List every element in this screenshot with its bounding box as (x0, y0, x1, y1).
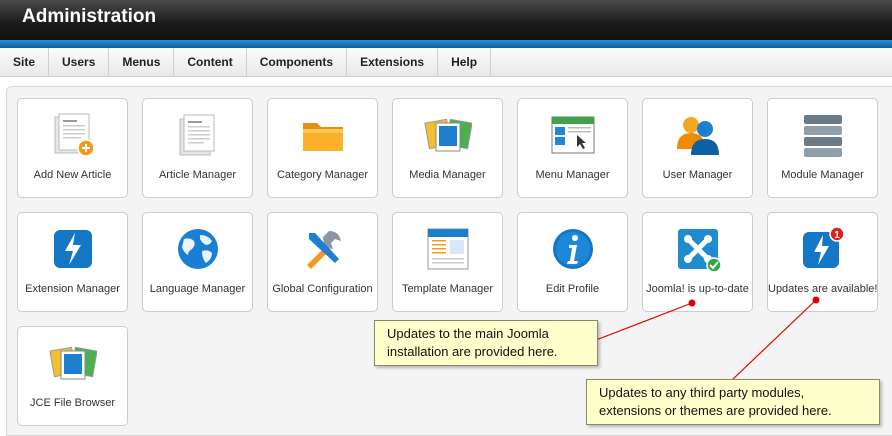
tile-label: Extension Manager (25, 283, 120, 295)
tile-label: Joomla! is up-to-date (646, 283, 749, 295)
tile-label: User Manager (662, 169, 733, 181)
extension-icon (53, 230, 92, 268)
tile-label: Menu Manager (535, 169, 610, 181)
template-icon (427, 228, 468, 270)
module-icon (803, 115, 842, 157)
tile-label: Add New Article (33, 169, 112, 181)
tile-joomla-up-to-date[interactable]: Joomla! is up-to-date (642, 212, 753, 312)
tile-add-new-article[interactable]: Add New Article (17, 98, 128, 198)
info-icon (552, 229, 593, 269)
tile-label: Global Configuration (272, 283, 373, 295)
tile-user-manager[interactable]: User Manager (642, 98, 753, 198)
tile-label: Updates are available! (768, 283, 878, 295)
tile-edit-profile[interactable]: Edit Profile (517, 212, 628, 312)
tile-menu-manager[interactable]: Menu Manager (517, 98, 628, 198)
menu-content[interactable]: Content (174, 48, 247, 77)
tile-label: Edit Profile (545, 283, 600, 295)
menu-components[interactable]: Components (247, 48, 348, 77)
header-bar: Administration (0, 0, 892, 40)
tile-label: Language Manager (149, 283, 246, 295)
menu-site[interactable]: Site (0, 48, 50, 77)
media-icon (423, 118, 472, 152)
tile-extension-manager[interactable]: Extension Manager (17, 212, 128, 312)
menu-menus[interactable]: Menus (109, 48, 175, 77)
tile-template-manager[interactable]: Template Manager (392, 212, 503, 312)
tile-label: Module Manager (781, 169, 864, 181)
tile-label: Media Manager (409, 169, 486, 181)
tile-label: Category Manager (276, 169, 369, 181)
file-browser-icon (48, 346, 97, 380)
update-icon: 1 (802, 226, 845, 268)
tile-module-manager[interactable]: Module Manager (767, 98, 878, 198)
page-title: Administration (22, 6, 157, 27)
menu-extensions[interactable]: Extensions (347, 48, 439, 77)
users-icon (676, 117, 719, 155)
callout-third-party-updates: Updates to any third party modules, exte… (586, 379, 880, 425)
folder-icon (302, 123, 343, 151)
joomla-icon (677, 229, 722, 273)
tile-article-manager[interactable]: Article Manager (142, 98, 253, 198)
tile-jce-file-browser[interactable]: JCE File Browser (17, 326, 128, 426)
tile-category-manager[interactable]: Category Manager (267, 98, 378, 198)
tools-icon (306, 231, 341, 269)
tile-media-manager[interactable]: Media Manager (392, 98, 503, 198)
tile-global-configuration[interactable]: Global Configuration (267, 212, 378, 312)
callout-joomla-updates: Updates to the main Joomla installation … (374, 320, 598, 366)
tile-label: Template Manager (401, 283, 494, 295)
globe-icon (177, 229, 218, 269)
update-badge-count: 1 (834, 230, 840, 241)
main-menu: Site Users Menus Content Components Exte… (0, 48, 892, 77)
article-icon (179, 114, 214, 156)
tile-updates-available[interactable]: 1 Updates are available! (767, 212, 878, 312)
menu-icon (551, 116, 594, 154)
header-accent-bar (0, 40, 892, 48)
tile-label: JCE File Browser (30, 397, 115, 409)
add-article-icon (54, 113, 95, 157)
tile-label: Article Manager (158, 169, 237, 181)
tile-language-manager[interactable]: Language Manager (142, 212, 253, 312)
menu-help[interactable]: Help (438, 48, 492, 77)
menu-users[interactable]: Users (49, 48, 110, 77)
